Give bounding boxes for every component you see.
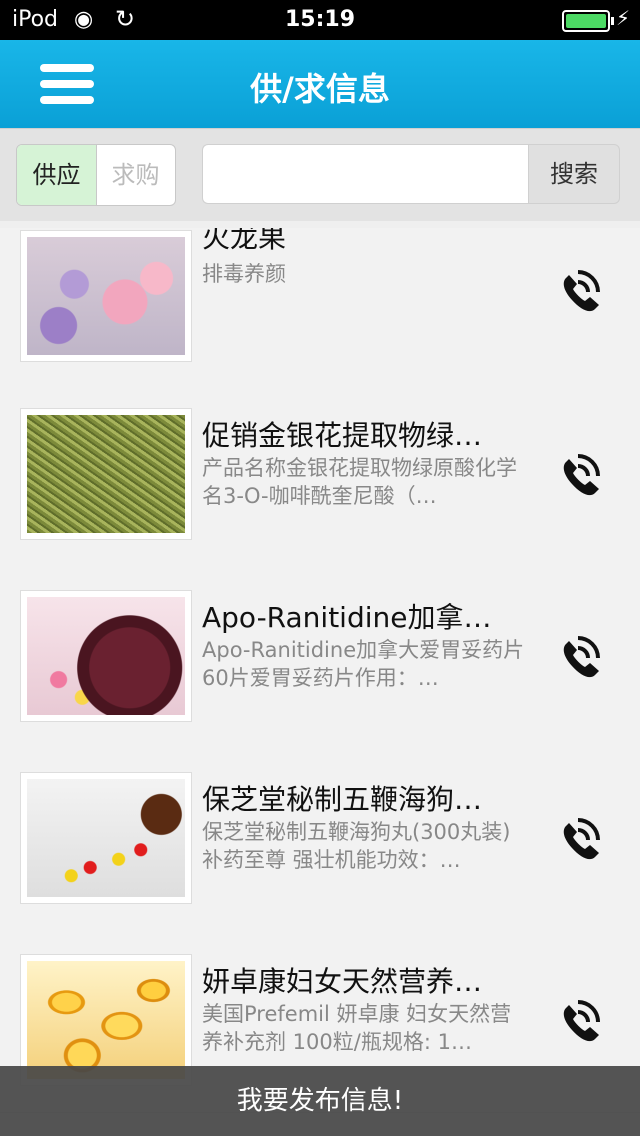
phone-icon[interactable] bbox=[548, 990, 612, 1054]
list-item[interactable]: 促销金银花提取物绿… 产品名称金银花提取物绿原酸化学名3-O-咖啡酰奎尼酸（… bbox=[0, 384, 640, 567]
product-name: 妍卓康妇女天然营养… bbox=[202, 965, 483, 998]
product-name: 促销金银花提取物绿… bbox=[202, 419, 483, 452]
product-description: 产品名称金银花提取物绿原酸化学名3-O-咖啡酰奎尼酸（… bbox=[202, 456, 517, 508]
list-item[interactable]: 保芝堂秘制五鞭海狗… 保芝堂秘制五鞭海狗丸(300丸装)补药至尊 强壮机能功效：… bbox=[0, 748, 640, 931]
status-bar: iPod ◉ ↻ 15:19 ⚡ bbox=[0, 0, 640, 40]
charging-icon: ⚡ bbox=[615, 6, 630, 30]
product-name: 火龙果 bbox=[202, 228, 287, 254]
product-description: 排毒养颜 bbox=[202, 262, 286, 286]
phone-icon[interactable] bbox=[548, 626, 612, 690]
product-name: Apo-Ranitidine加拿… bbox=[202, 601, 492, 634]
tab-supply[interactable]: 供应 bbox=[17, 145, 97, 205]
status-time: 15:19 bbox=[284, 7, 356, 32]
product-description: 美国Prefemil 妍卓康 妇女天然营养补充剂 100粒/瓶规格: 1… bbox=[202, 1002, 512, 1054]
phone-icon[interactable] bbox=[548, 260, 612, 324]
phone-icon[interactable] bbox=[548, 808, 612, 872]
supply-demand-switch: 供应 求购 bbox=[16, 144, 176, 206]
product-description: 保芝堂秘制五鞭海狗丸(300丸装)补药至尊 强壮机能功效：… bbox=[202, 820, 511, 872]
search-button[interactable]: 搜索 bbox=[528, 144, 620, 204]
publish-info-button[interactable]: 我要发布信息! bbox=[0, 1066, 640, 1136]
listing-list: 火龙果 排毒养颜 促销金银花提取物绿… 产品名称金银花提取物绿原酸化学名3-O-… bbox=[0, 228, 640, 1136]
filter-toolbar: 供应 求购 搜索 bbox=[0, 128, 640, 221]
list-item[interactable]: Apo-Ranitidine加拿… Apo-Ranitidine加拿大爱胃妥药片… bbox=[0, 566, 640, 749]
search-input[interactable] bbox=[202, 144, 528, 204]
page-title: 供/求信息 bbox=[250, 70, 390, 108]
app-header: 供/求信息 bbox=[0, 40, 640, 128]
list-item[interactable]: 火龙果 排毒养颜 bbox=[0, 228, 640, 385]
tab-demand[interactable]: 求购 bbox=[96, 145, 175, 205]
product-description: Apo-Ranitidine加拿大爱胃妥药片60片爱胃妥药片作用：… bbox=[202, 638, 525, 690]
battery-icon bbox=[562, 10, 614, 32]
product-thumbnail bbox=[20, 772, 192, 904]
product-thumbnail bbox=[20, 590, 192, 722]
product-name: 保芝堂秘制五鞭海狗… bbox=[202, 783, 483, 816]
product-thumbnail bbox=[20, 408, 192, 540]
product-thumbnail bbox=[20, 230, 192, 362]
phone-icon[interactable] bbox=[548, 444, 612, 508]
